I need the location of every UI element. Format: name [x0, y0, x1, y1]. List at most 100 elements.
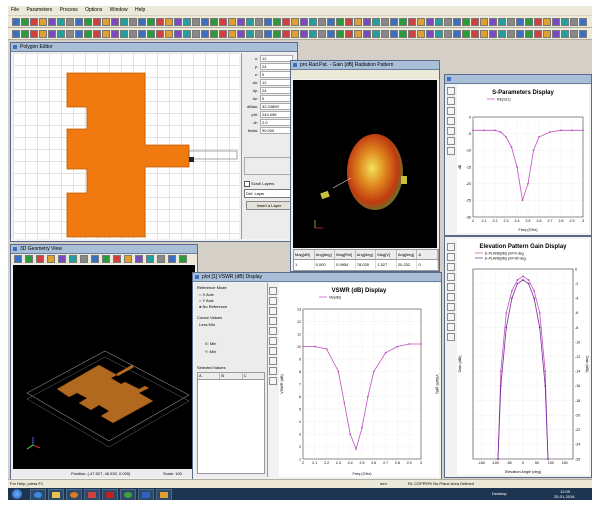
- toolbar-tool-icon[interactable]: [273, 30, 281, 38]
- zoom-tool-icon[interactable]: [269, 287, 277, 295]
- toolbar-tool-icon[interactable]: [408, 30, 416, 38]
- zoom-tool-icon[interactable]: [447, 243, 455, 251]
- toolbar-tool-icon[interactable]: [462, 18, 470, 26]
- insert-layer-button[interactable]: Insert a Layer: [246, 201, 292, 210]
- print-tool-icon[interactable]: [269, 347, 277, 355]
- copy-tool-icon[interactable]: [269, 337, 277, 345]
- toolbar-tool-icon[interactable]: [120, 18, 128, 26]
- view-tool-icon[interactable]: [168, 255, 176, 263]
- menu-process[interactable]: Process: [60, 7, 78, 13]
- view-tool-icon[interactable]: [25, 255, 33, 263]
- export-tool-icon[interactable]: [269, 357, 277, 365]
- taskbar-ie3d-button[interactable]: [156, 489, 172, 500]
- grid-tool-icon[interactable]: [447, 283, 455, 291]
- toolbar-tool-icon[interactable]: [363, 30, 371, 38]
- toolbar-tool-icon[interactable]: [291, 30, 299, 38]
- toolbar-tool-icon[interactable]: [489, 30, 497, 38]
- geometry-3d-viewport[interactable]: [13, 265, 195, 469]
- toolbar-tool-icon[interactable]: [507, 30, 515, 38]
- toolbar-tool-icon[interactable]: [354, 18, 362, 26]
- view-tool-icon[interactable]: [157, 255, 165, 263]
- toolbar-tool-icon[interactable]: [381, 30, 389, 38]
- toolbar-tool-icon[interactable]: [516, 18, 524, 26]
- toolbar-tool-icon[interactable]: [84, 18, 92, 26]
- menu-parameters[interactable]: Parameters: [26, 7, 52, 13]
- property-value[interactable]: 12: [260, 79, 293, 86]
- property-value[interactable]: 32.24859: [260, 103, 293, 110]
- copy-tool-icon[interactable]: [447, 293, 455, 301]
- property-field[interactable]: dy: 24: [244, 87, 293, 94]
- toolbar-tool-icon[interactable]: [219, 30, 227, 38]
- toolbar-tool-icon[interactable]: [336, 30, 344, 38]
- property-value[interactable]: 0: [260, 71, 293, 78]
- toolbar-tool-icon[interactable]: [534, 18, 542, 26]
- toolbar-tool-icon[interactable]: [93, 30, 101, 38]
- toolbar-tool-icon[interactable]: [435, 30, 443, 38]
- toolbar-tool-icon[interactable]: [66, 18, 74, 26]
- property-value[interactable]: 243.095: [260, 111, 293, 118]
- toolbar-tool-icon[interactable]: [390, 18, 398, 26]
- copy-tool-icon[interactable]: [447, 137, 455, 145]
- toolbar-tool-icon[interactable]: [363, 18, 371, 26]
- toolbar-tool-icon[interactable]: [480, 30, 488, 38]
- view-tool-icon[interactable]: [124, 255, 132, 263]
- start-button[interactable]: [12, 489, 22, 499]
- toolbar-tool-icon[interactable]: [453, 30, 461, 38]
- toolbar-tool-icon[interactable]: [327, 30, 335, 38]
- pan-tool-icon[interactable]: [447, 97, 455, 105]
- print-tool-icon[interactable]: [447, 303, 455, 311]
- elevation-plot[interactable]: Elevation Pattern Gain Display E-PLANE[dB…: [457, 239, 589, 475]
- view-tool-icon[interactable]: [69, 255, 77, 263]
- taskbar-ie-button[interactable]: [30, 489, 46, 500]
- toolbar-tool-icon[interactable]: [300, 30, 308, 38]
- vswr-plot[interactable]: VSWR (dB) Display Vin(dB) 2 2.1 2.2 2.3 2.4 2.5…: [279, 283, 439, 477]
- toolbar-tool-icon[interactable]: [426, 30, 434, 38]
- view-tool-icon[interactable]: [58, 255, 66, 263]
- toolbar-tool-icon[interactable]: [183, 18, 191, 26]
- property-value[interactable]: 0: [260, 95, 293, 102]
- property-field[interactable]: y: 24: [244, 63, 293, 70]
- toolbar-tool-icon[interactable]: [282, 18, 290, 26]
- menu-window[interactable]: Window: [110, 7, 128, 13]
- toolbar-tool-icon[interactable]: [66, 30, 74, 38]
- property-field[interactable]: dz: 0: [244, 95, 293, 102]
- option-x-axis[interactable]: ○ X Axis: [199, 292, 214, 297]
- toolbar-tool-icon[interactable]: [174, 18, 182, 26]
- toolbar-tool-icon[interactable]: [453, 18, 461, 26]
- layer-select[interactable]: Def. Layer ▾: [244, 189, 295, 198]
- toolbar-tool-icon[interactable]: [264, 30, 272, 38]
- toolbar-tool-icon[interactable]: [417, 18, 425, 26]
- toolbar-tool-icon[interactable]: [561, 18, 569, 26]
- marker-tool-icon[interactable]: [447, 117, 455, 125]
- export-tool-icon[interactable]: [447, 313, 455, 321]
- menu-help[interactable]: Help: [135, 7, 145, 13]
- taskbar-explorer-button[interactable]: [48, 489, 64, 500]
- taskbar-word-button[interactable]: [138, 489, 154, 500]
- toolbar-tool-icon[interactable]: [327, 18, 335, 26]
- toolbar-tool-icon[interactable]: [75, 30, 83, 38]
- toolbar-tool-icon[interactable]: [570, 30, 578, 38]
- toolbar-tool-icon[interactable]: [372, 18, 380, 26]
- help-tool-icon[interactable]: [447, 333, 455, 341]
- option-y-axis[interactable]: ○ Y Axis: [199, 298, 214, 303]
- toolbar-tool-icon[interactable]: [246, 18, 254, 26]
- option-no-reference[interactable]: ● No Reference: [199, 304, 227, 309]
- toolbar-tool-icon[interactable]: [498, 18, 506, 26]
- toolbar-tool-icon[interactable]: [138, 18, 146, 26]
- toolbar-tool-icon[interactable]: [111, 18, 119, 26]
- property-value[interactable]: 2.0: [260, 119, 293, 126]
- toolbar-tool-icon[interactable]: [345, 30, 353, 38]
- toolbar-tool-icon[interactable]: [282, 30, 290, 38]
- toolbar-tool-icon[interactable]: [201, 18, 209, 26]
- toolbar-tool-icon[interactable]: [111, 30, 119, 38]
- toolbar-tool-icon[interactable]: [399, 30, 407, 38]
- toolbar-tool-icon[interactable]: [30, 18, 38, 26]
- property-field[interactable]: dx: 12: [244, 79, 293, 86]
- zoom-tool-icon[interactable]: [447, 87, 455, 95]
- toolbar-tool-icon[interactable]: [201, 30, 209, 38]
- toolbar-tool-icon[interactable]: [543, 30, 551, 38]
- toolbar-tool-icon[interactable]: [372, 30, 380, 38]
- toolbar-tool-icon[interactable]: [336, 18, 344, 26]
- toolbar-tool-icon[interactable]: [552, 18, 560, 26]
- toolbar-tool-icon[interactable]: [354, 30, 362, 38]
